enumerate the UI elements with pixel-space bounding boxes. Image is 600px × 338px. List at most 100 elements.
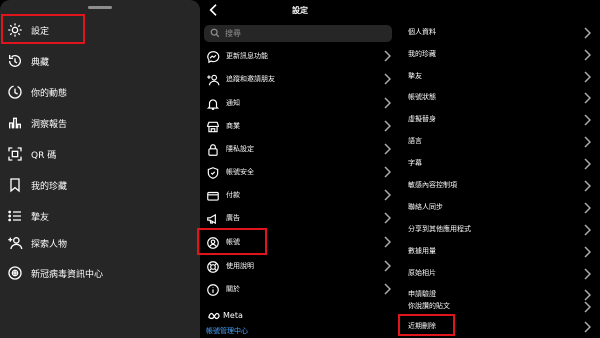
account-item-close-friends[interactable]: 摯友 bbox=[400, 66, 600, 88]
chevron-right-icon bbox=[584, 202, 591, 214]
covid-info-icon bbox=[6, 264, 24, 282]
account-item-profile[interactable]: 個人資料 bbox=[400, 22, 600, 44]
settings-item-label: 通知 bbox=[226, 99, 240, 107]
meta-infinity-icon bbox=[208, 312, 220, 319]
chevron-right-icon bbox=[584, 321, 591, 333]
menu-item-qr-code[interactable]: QR 碼 bbox=[0, 139, 200, 169]
chevron-right-icon bbox=[384, 212, 391, 224]
settings-item-follow-invite[interactable]: 追蹤和邀請朋友 bbox=[200, 68, 400, 90]
settings-item-notifications[interactable]: 通知 bbox=[200, 92, 400, 114]
menu-item-archive[interactable]: 典藏 bbox=[0, 46, 200, 76]
settings-item-security[interactable]: 帳號安全 bbox=[200, 161, 400, 183]
qr-code-icon bbox=[6, 145, 24, 163]
meta-logo: Meta bbox=[208, 311, 243, 320]
info-icon bbox=[206, 282, 220, 296]
menu-sheet: 設定 典藏 你的動態 洞察報告 QR 碼 我的珍藏 摯友 探索人物 新冠病毒資訊… bbox=[0, 0, 200, 338]
account-item-label: 原始相片 bbox=[408, 269, 436, 277]
menu-item-close-friends[interactable]: 摯友 bbox=[0, 201, 200, 231]
card-icon bbox=[206, 188, 220, 202]
account-center-link[interactable]: 帳號管理中心 bbox=[206, 326, 248, 336]
menu-item-label: 洞察報告 bbox=[31, 119, 68, 130]
chevron-right-icon bbox=[584, 49, 591, 61]
account-item-label: 字幕 bbox=[408, 159, 422, 167]
add-person-icon bbox=[6, 234, 24, 252]
menu-item-label: 新冠病毒資訊中心 bbox=[31, 269, 104, 280]
menu-item-label: 典藏 bbox=[31, 57, 50, 68]
account-item-label: 個人資料 bbox=[408, 28, 436, 36]
menu-item-activity[interactable]: 你的動態 bbox=[0, 77, 200, 107]
chevron-right-icon bbox=[384, 236, 391, 248]
settings-item-label: 追蹤和邀請朋友 bbox=[226, 75, 275, 83]
account-item-label: 聯絡人同步 bbox=[408, 203, 443, 211]
menu-item-label: 摯友 bbox=[31, 212, 50, 223]
highlight-settings bbox=[1, 14, 85, 44]
bookmark-icon bbox=[6, 176, 24, 194]
sheet-grabber[interactable] bbox=[88, 6, 112, 9]
megaphone-icon bbox=[206, 211, 220, 225]
account-item-sensitive-content[interactable]: 敏感內容控制項 bbox=[400, 175, 600, 197]
activity-icon bbox=[6, 83, 24, 101]
bell-icon bbox=[206, 96, 220, 110]
account-item-language[interactable]: 語言 bbox=[400, 131, 600, 153]
account-item-data-usage[interactable]: 數據用量 bbox=[400, 241, 600, 263]
chevron-right-icon bbox=[584, 180, 591, 192]
account-item-label: 帳號狀態 bbox=[408, 93, 436, 101]
settings-item-business[interactable]: 商業 bbox=[200, 115, 400, 137]
menu-item-covid-info[interactable]: 新冠病毒資訊中心 bbox=[0, 258, 200, 288]
settings-item-label: 關於 bbox=[226, 285, 240, 293]
chevron-right-icon bbox=[384, 260, 391, 272]
settings-item-help[interactable]: 使用說明 bbox=[200, 255, 400, 277]
account-item-captions[interactable]: 字幕 bbox=[400, 153, 600, 175]
chevron-right-icon bbox=[384, 166, 391, 178]
account-item-contacts-sync[interactable]: 聯絡人同步 bbox=[400, 197, 600, 219]
account-item-share-apps[interactable]: 分享到其他應用程式 bbox=[400, 219, 600, 241]
menu-item-label: 我的珍藏 bbox=[31, 181, 68, 192]
chevron-right-icon bbox=[384, 189, 391, 201]
account-item-label: 虛擬替身 bbox=[408, 115, 436, 123]
account-item-status[interactable]: 帳號狀態 bbox=[400, 87, 600, 109]
settings-item-label: 使用說明 bbox=[226, 262, 254, 270]
chevron-right-icon bbox=[384, 143, 391, 155]
settings-item-privacy[interactable]: 隱私設定 bbox=[200, 138, 400, 160]
account-item-label: 語言 bbox=[408, 137, 422, 145]
account-item-label: 我的珍藏 bbox=[408, 50, 436, 58]
menu-item-insights[interactable]: 洞察報告 bbox=[0, 108, 200, 138]
chevron-right-icon bbox=[384, 120, 391, 132]
chevron-right-icon bbox=[584, 246, 591, 258]
menu-item-label: 你的動態 bbox=[31, 88, 68, 99]
settings-item-ads[interactable]: 廣告 bbox=[200, 207, 400, 229]
insights-icon bbox=[6, 114, 24, 132]
chevron-right-icon bbox=[584, 301, 591, 313]
settings-item-about[interactable]: 關於 bbox=[200, 278, 400, 300]
menu-item-label: QR 碼 bbox=[31, 150, 57, 161]
settings-item-label: 付款 bbox=[226, 191, 240, 199]
lifebuoy-icon bbox=[206, 259, 220, 273]
settings-item-label: 隱私設定 bbox=[226, 145, 254, 153]
chevron-right-icon bbox=[584, 158, 591, 170]
archive-icon bbox=[6, 52, 24, 70]
lock-icon bbox=[206, 142, 220, 156]
highlight-account bbox=[197, 228, 267, 255]
meta-brand-text: Meta bbox=[223, 311, 243, 320]
account-item-original-photos[interactable]: 原始相片 bbox=[400, 263, 600, 285]
chevron-right-icon bbox=[384, 73, 391, 85]
settings-item-messaging[interactable]: 更新訊息功能 bbox=[200, 45, 400, 67]
account-item-avatar[interactable]: 虛擬替身 bbox=[400, 109, 600, 131]
chevron-right-icon bbox=[584, 224, 591, 236]
chevron-right-icon bbox=[584, 92, 591, 104]
account-item-label: 你說讚的貼文 bbox=[408, 302, 450, 310]
account-item-label: 摯友 bbox=[408, 72, 422, 80]
settings-item-label: 廣告 bbox=[226, 214, 240, 222]
settings-item-label: 帳號安全 bbox=[226, 168, 254, 176]
menu-item-saved[interactable]: 我的珍藏 bbox=[0, 170, 200, 200]
chevron-right-icon bbox=[384, 283, 391, 295]
add-person-icon bbox=[206, 72, 220, 86]
chevron-right-icon bbox=[584, 136, 591, 148]
settings-item-payments[interactable]: 付款 bbox=[200, 184, 400, 206]
shop-icon bbox=[206, 119, 220, 133]
menu-item-label: 探索人物 bbox=[31, 239, 68, 250]
chevron-right-icon bbox=[584, 268, 591, 280]
account-item-saved[interactable]: 我的珍藏 bbox=[400, 44, 600, 66]
menu-item-discover-people[interactable]: 探索人物 bbox=[0, 228, 200, 258]
account-item-label: 數據用量 bbox=[408, 247, 436, 255]
